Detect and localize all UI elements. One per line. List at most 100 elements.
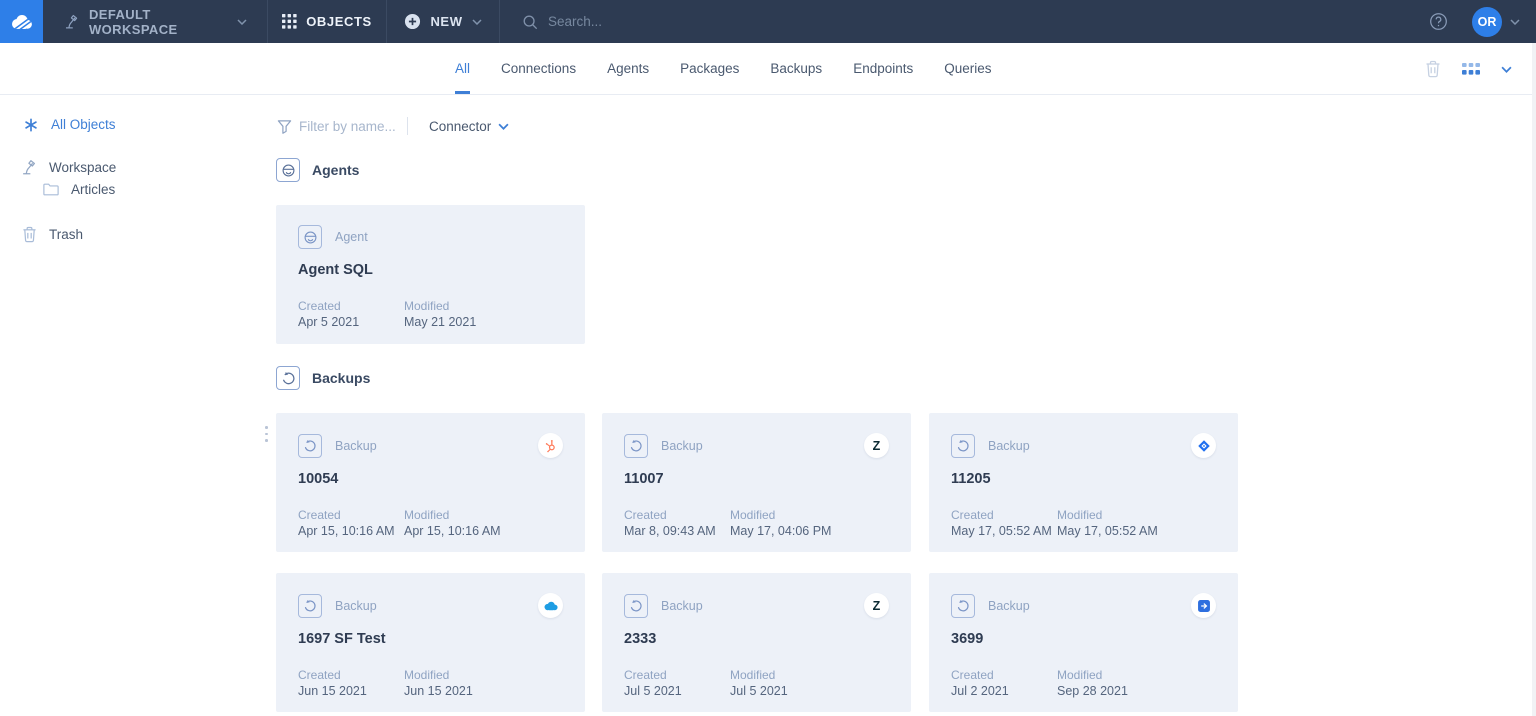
modified-label: Modified bbox=[730, 508, 831, 522]
connector-filter-dropdown[interactable]: Connector bbox=[429, 119, 509, 134]
tab-queries[interactable]: Queries bbox=[944, 43, 991, 94]
card-meta: Created Apr 5 2021 Modified May 21 2021 bbox=[298, 299, 563, 329]
divider bbox=[407, 117, 408, 135]
tab-all[interactable]: All bbox=[455, 43, 470, 94]
skyvia-cloud-logo[interactable] bbox=[0, 0, 43, 43]
card-title: 1697 SF Test bbox=[298, 631, 563, 647]
created-value: Mar 8, 09:43 AM bbox=[624, 524, 730, 538]
tab-backups[interactable]: Backups bbox=[770, 43, 822, 94]
objects-label: OBJECTS bbox=[306, 14, 372, 29]
asterisk-icon bbox=[22, 118, 40, 132]
card-header: Agent bbox=[298, 225, 563, 249]
help-icon[interactable] bbox=[1429, 12, 1448, 31]
object-card-backup-2333[interactable]: Backup Z 2333 Created Jul 5 2021 Modifie… bbox=[602, 573, 911, 712]
object-card-backup-1697-sf-test[interactable]: Backup 1697 SF Test Created Jun 15 2021 … bbox=[276, 573, 585, 712]
new-menu-button[interactable]: NEW bbox=[387, 0, 500, 43]
sidebar-item-workspace[interactable]: Workspace bbox=[20, 158, 116, 176]
modified-value: Jul 5 2021 bbox=[730, 684, 788, 698]
modified-value: May 17, 05:52 AM bbox=[1057, 524, 1158, 538]
card-type-label: Backup bbox=[988, 599, 1030, 613]
workspace-switcher[interactable]: DEFAULT WORKSPACE bbox=[43, 0, 268, 43]
folder-icon bbox=[42, 183, 60, 196]
modified-value: May 21 2021 bbox=[404, 315, 476, 329]
backup-restore-icon bbox=[624, 594, 648, 618]
trash-icon[interactable] bbox=[1425, 60, 1441, 78]
card-title: 11007 bbox=[624, 471, 889, 487]
section-title: Agents bbox=[312, 162, 359, 178]
object-card-backup-10054[interactable]: Backup 10054 Created Apr 15, 10:16 AM Mo… bbox=[276, 413, 585, 552]
zendesk-icon: Z bbox=[864, 433, 889, 458]
objects-nav-button[interactable]: OBJECTS bbox=[268, 0, 387, 43]
backups-section-header: Backups bbox=[276, 366, 370, 390]
cloud-logo-icon bbox=[7, 11, 37, 33]
tab-endpoints[interactable]: Endpoints bbox=[853, 43, 913, 94]
card-meta: Created May 17, 05:52 AM Modified May 17… bbox=[951, 508, 1216, 538]
object-card-backup-3699[interactable]: Backup 3699 Created Jul 2 2021 Modified … bbox=[929, 573, 1238, 712]
modified-value: Jun 15 2021 bbox=[404, 684, 473, 698]
card-header: Backup Z bbox=[624, 593, 889, 618]
tab-agents[interactable]: Agents bbox=[607, 43, 649, 94]
object-card-agent-sql[interactable]: Agent Agent SQL Created Apr 5 2021 Modif… bbox=[276, 205, 585, 344]
object-card-backup-11205[interactable]: Backup 11205 Created May 17, 05:52 AM Mo… bbox=[929, 413, 1238, 552]
modified-value: Apr 15, 10:16 AM bbox=[404, 524, 501, 538]
card-header: Backup Z bbox=[624, 433, 889, 458]
card-meta: Created Jul 2 2021 Modified Sep 28 2021 bbox=[951, 668, 1216, 698]
search-input[interactable] bbox=[548, 14, 788, 29]
global-search bbox=[500, 0, 1429, 43]
user-menu[interactable]: OR bbox=[1472, 7, 1520, 37]
grid-view-icon[interactable] bbox=[1462, 63, 1480, 76]
tabs: All Connections Agents Packages Backups … bbox=[455, 43, 992, 94]
card-meta: Created Apr 15, 10:16 AM Modified Apr 15… bbox=[298, 508, 563, 538]
card-header: Backup bbox=[298, 433, 563, 458]
card-type-label: Agent bbox=[335, 230, 368, 244]
card-meta: Created Jun 15 2021 Modified Jun 15 2021 bbox=[298, 668, 563, 698]
backup-restore-icon bbox=[951, 434, 975, 458]
top-navigation-bar: DEFAULT WORKSPACE OBJECTS NEW bbox=[0, 0, 1536, 43]
backup-restore-icon bbox=[951, 594, 975, 618]
created-label: Created bbox=[624, 508, 730, 522]
sidebar-label: Trash bbox=[49, 227, 83, 242]
chevron-down-icon bbox=[498, 123, 509, 130]
sidebar-item-articles-folder[interactable]: Articles bbox=[42, 182, 115, 197]
modified-label: Modified bbox=[1057, 508, 1158, 522]
sidebar-item-all-objects[interactable]: All Objects bbox=[22, 117, 116, 132]
modified-label: Modified bbox=[730, 668, 788, 682]
view-actions bbox=[1425, 43, 1512, 95]
avatar: OR bbox=[1472, 7, 1502, 37]
object-card-backup-11007[interactable]: Backup Z 11007 Created Mar 8, 09:43 AM M… bbox=[602, 413, 911, 552]
blue-diamond-connector-icon bbox=[1191, 433, 1216, 458]
search-icon bbox=[522, 14, 538, 30]
app-window: DEFAULT WORKSPACE OBJECTS NEW bbox=[0, 0, 1536, 716]
created-value: Jul 2 2021 bbox=[951, 684, 1057, 698]
drag-handle-icon[interactable] bbox=[263, 424, 270, 444]
object-type-tabbar: All Connections Agents Packages Backups … bbox=[0, 43, 1536, 95]
created-label: Created bbox=[298, 508, 404, 522]
card-header: Backup bbox=[951, 433, 1216, 458]
card-title: 2333 bbox=[624, 631, 889, 647]
sidebar-item-trash[interactable]: Trash bbox=[20, 226, 83, 243]
card-header: Backup bbox=[298, 593, 563, 618]
blue-arrow-square-connector-icon bbox=[1191, 593, 1216, 618]
card-title: 10054 bbox=[298, 471, 563, 487]
agent-icon bbox=[276, 158, 300, 182]
modified-label: Modified bbox=[404, 668, 473, 682]
modified-value: May 17, 04:06 PM bbox=[730, 524, 831, 538]
card-type-label: Backup bbox=[661, 599, 703, 613]
card-title: 3699 bbox=[951, 631, 1216, 647]
card-meta: Created Jul 5 2021 Modified Jul 5 2021 bbox=[624, 668, 889, 698]
agent-icon bbox=[298, 225, 322, 249]
chevron-down-icon[interactable] bbox=[1501, 66, 1512, 73]
filter-row: Connector bbox=[277, 115, 509, 137]
backup-restore-icon bbox=[624, 434, 648, 458]
hubspot-icon bbox=[538, 433, 563, 458]
created-label: Created bbox=[624, 668, 730, 682]
salesforce-icon bbox=[538, 593, 563, 618]
zendesk-icon: Z bbox=[864, 593, 889, 618]
new-label: NEW bbox=[430, 14, 462, 29]
card-title: 11205 bbox=[951, 471, 1216, 487]
scrollbar[interactable] bbox=[1532, 43, 1536, 716]
agents-section-header: Agents bbox=[276, 158, 359, 182]
tab-connections[interactable]: Connections bbox=[501, 43, 576, 94]
filter-by-name-input[interactable] bbox=[299, 119, 399, 134]
tab-packages[interactable]: Packages bbox=[680, 43, 739, 94]
